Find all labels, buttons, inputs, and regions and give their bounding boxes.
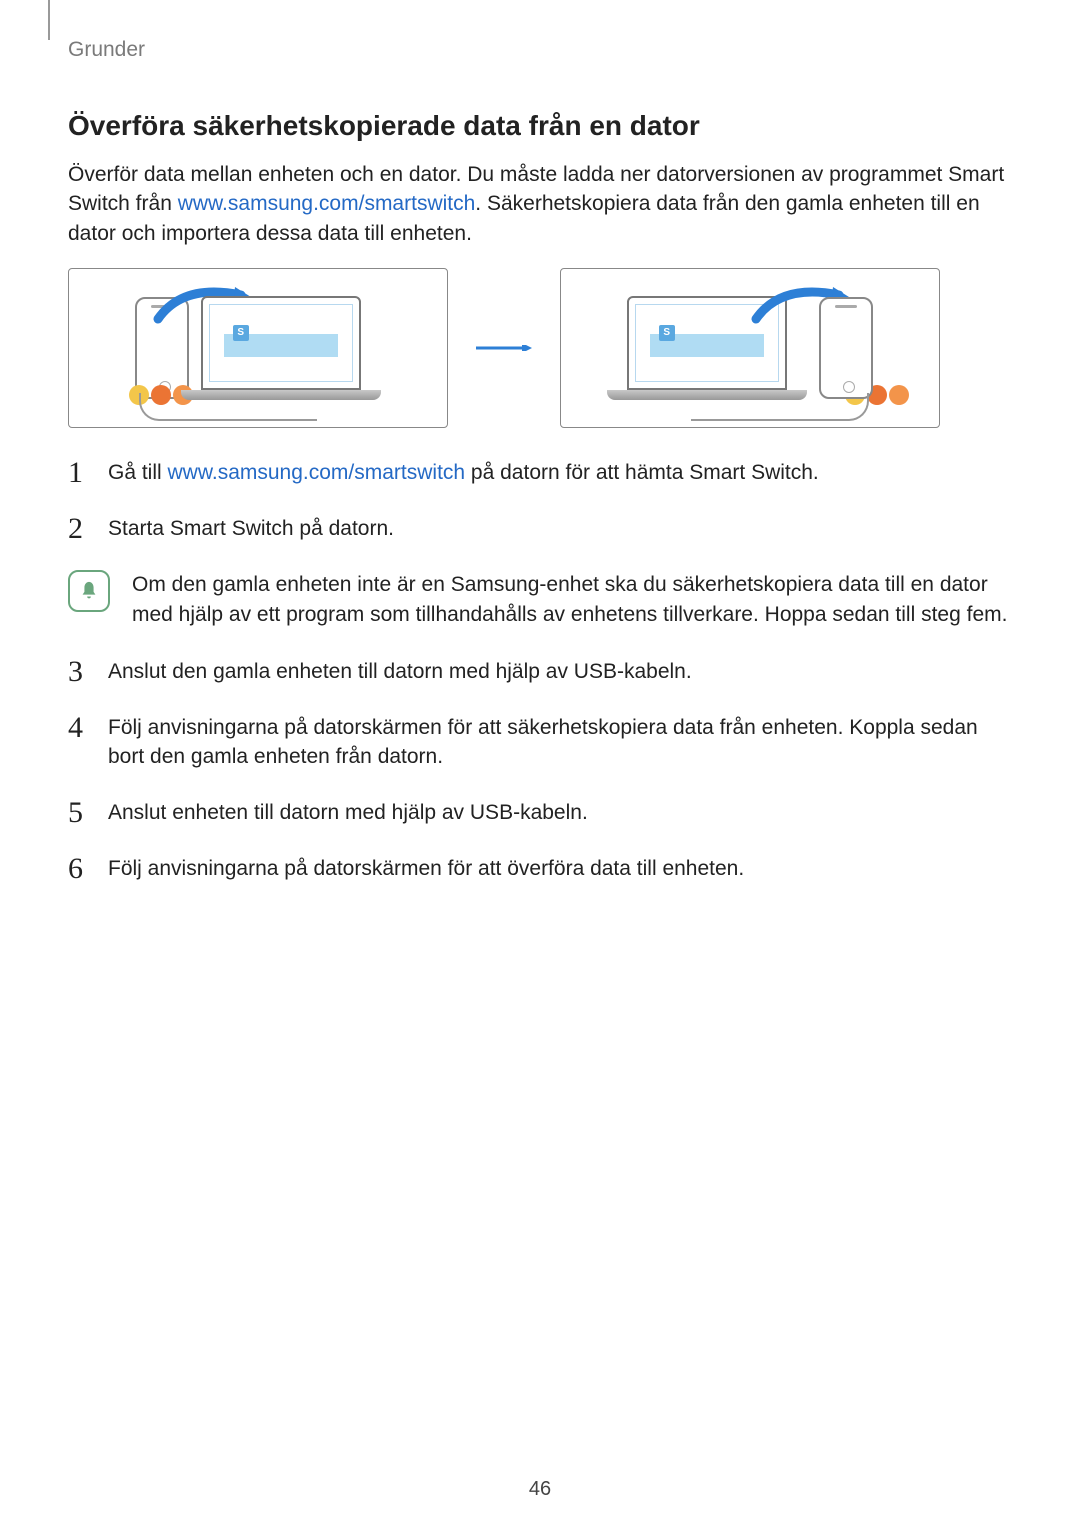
step-text: Gå till www.samsung.com/smartswitch på d… xyxy=(108,458,1012,488)
smartswitch-window-icon: S xyxy=(209,304,353,382)
header-rule xyxy=(48,0,50,40)
note-text: Om den gamla enheten inte är en Samsung-… xyxy=(132,570,1012,629)
smartswitch-link[interactable]: www.samsung.com/smartswitch xyxy=(178,192,476,215)
smartswitch-link[interactable]: www.samsung.com/smartswitch xyxy=(168,461,466,484)
diagram-panel-restore: S xyxy=(560,268,940,428)
arrow-right-icon xyxy=(476,345,532,351)
step-text: Anslut enheten till datorn med hjälp av … xyxy=(108,798,1012,828)
step-5: 5 Anslut enheten till datorn med hjälp a… xyxy=(68,798,1012,828)
step-number: 5 xyxy=(68,798,88,828)
flower-icon xyxy=(889,385,909,405)
laptop-icon: S xyxy=(201,296,381,400)
step-number: 4 xyxy=(68,713,88,772)
page-number: 46 xyxy=(0,1478,1080,1501)
usb-cable-icon xyxy=(139,393,317,421)
step-number: 6 xyxy=(68,854,88,884)
note-box: Om den gamla enheten inte är en Samsung-… xyxy=(68,570,1012,629)
page-content: Överföra säkerhetskopierade data från en… xyxy=(68,110,1012,910)
phone-new-icon xyxy=(819,297,873,399)
usb-cable-icon xyxy=(691,393,869,421)
transfer-diagram: S S xyxy=(68,268,1012,428)
breadcrumb: Grunder xyxy=(68,38,145,62)
section-title: Överföra säkerhetskopierade data från en… xyxy=(68,110,1012,142)
step-3: 3 Anslut den gamla enheten till datorn m… xyxy=(68,657,1012,687)
step-text: Starta Smart Switch på datorn. xyxy=(108,514,1012,544)
step-text: Anslut den gamla enheten till datorn med… xyxy=(108,657,1012,687)
step-text: Följ anvisningarna på datorskärmen för a… xyxy=(108,854,1012,884)
step-1-pre: Gå till xyxy=(108,461,168,484)
step-number: 3 xyxy=(68,657,88,687)
step-number: 2 xyxy=(68,514,88,544)
note-bell-icon xyxy=(68,570,110,612)
step-6: 6 Följ anvisningarna på datorskärmen för… xyxy=(68,854,1012,884)
step-number: 1 xyxy=(68,458,88,488)
diagram-panel-backup: S xyxy=(68,268,448,428)
step-4: 4 Följ anvisningarna på datorskärmen för… xyxy=(68,713,1012,772)
step-1: 1 Gå till www.samsung.com/smartswitch på… xyxy=(68,458,1012,488)
step-2: 2 Starta Smart Switch på datorn. xyxy=(68,514,1012,544)
intro-paragraph: Överför data mellan enheten och en dator… xyxy=(68,160,1012,248)
step-1-post: på datorn för att hämta Smart Switch. xyxy=(465,461,819,484)
step-text: Följ anvisningarna på datorskärmen för a… xyxy=(108,713,1012,772)
